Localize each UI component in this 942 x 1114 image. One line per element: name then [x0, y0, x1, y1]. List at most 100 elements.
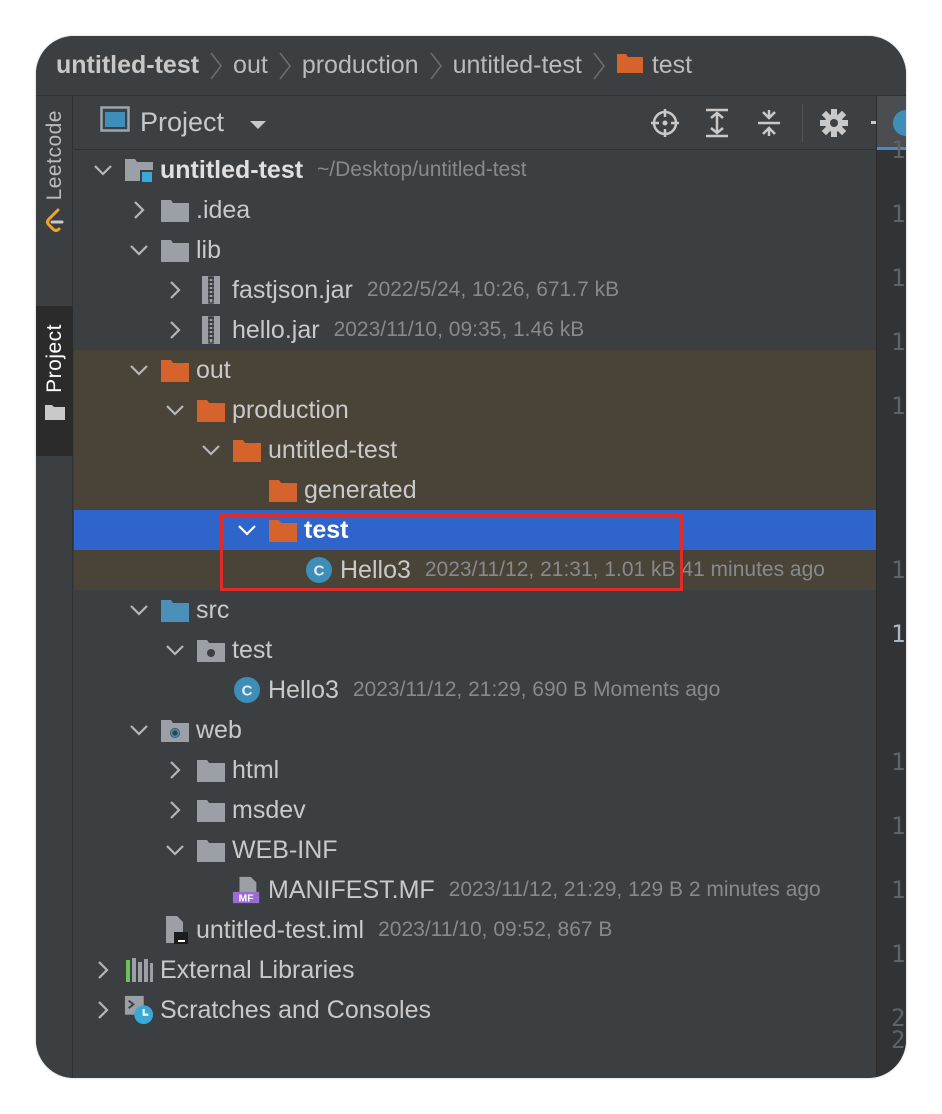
tree-item-label: Scratches and Consoles: [160, 995, 431, 1024]
tree-row[interactable]: untitled-test: [74, 430, 876, 470]
tree-row[interactable]: untitled-test ~/Desktop/untitled-test: [74, 150, 876, 190]
leetcode-icon: [44, 208, 66, 239]
chevron-right-icon[interactable]: [160, 795, 190, 825]
tree-row[interactable]: lib: [74, 230, 876, 270]
breadcrumb-label: production: [301, 51, 419, 79]
chevron-down-icon[interactable]: [124, 595, 154, 625]
breadcrumb-item[interactable]: untitled-test: [56, 51, 199, 80]
chevron-down-icon[interactable]: [160, 635, 190, 665]
folder-icon: [196, 795, 226, 825]
tree-row[interactable]: production: [74, 390, 876, 430]
module-file-icon: [160, 915, 190, 945]
tree-row[interactable]: fastjson.jar 2022/5/24, 10:26, 671.7 kB: [74, 270, 876, 310]
scratches-icon: [124, 995, 154, 1025]
tree-row[interactable]: .idea: [74, 190, 876, 230]
tree-row[interactable]: MF MANIFEST.MF 2023/11/12, 21:29, 129 B 2 …: [74, 870, 876, 910]
locate-icon[interactable]: [648, 106, 682, 140]
tree-row[interactable]: web: [74, 710, 876, 750]
chevron-right-icon[interactable]: [88, 995, 118, 1025]
gear-icon[interactable]: [817, 106, 851, 140]
line-number: 1: [891, 812, 906, 840]
tree-item-meta: 2022/5/24, 10:26, 671.7 kB: [366, 278, 620, 301]
tree-row[interactable]: External Libraries: [74, 950, 876, 990]
chevron-down-icon[interactable]: [88, 155, 118, 185]
module-folder-icon: [124, 155, 154, 185]
excluded-folder-icon: [268, 515, 298, 545]
breadcrumb-item[interactable]: production: [302, 51, 419, 80]
tree-item-meta: 2023/11/12, 21:29, 129 B 2 minutes ago: [448, 878, 821, 901]
tree-row[interactable]: out: [74, 350, 876, 390]
tree-row[interactable]: Scratches and Consoles: [74, 990, 876, 1030]
tree-row[interactable]: msdev: [74, 790, 876, 830]
tree-row[interactable]: generated: [74, 470, 876, 510]
collapse-all-icon[interactable]: [752, 106, 786, 140]
editor-area: 1111111111122: [876, 96, 906, 1078]
tree-item-label: WEB-INF: [232, 835, 338, 864]
external-libraries-icon: [124, 955, 154, 985]
breadcrumb-item[interactable]: untitled-test: [453, 51, 582, 80]
chevron-down-icon[interactable]: [124, 715, 154, 745]
tree-row[interactable]: C Hello3 2023/11/12, 21:31, 1.01 kB 41 min…: [74, 550, 876, 590]
chevron-right-icon[interactable]: [88, 955, 118, 985]
chevron-right-icon[interactable]: [160, 315, 190, 345]
folder-icon: [196, 835, 226, 865]
chevron-down-icon[interactable]: [124, 355, 154, 385]
toolbar-divider: [802, 104, 803, 142]
chevron-right-icon[interactable]: [124, 195, 154, 225]
tree-row[interactable]: html: [74, 750, 876, 790]
tree-item-label: External Libraries: [160, 955, 355, 984]
strip-tab-leetcode[interactable]: Leetcode: [36, 110, 73, 300]
java-class-icon: C: [232, 675, 262, 705]
line-number: 1: [891, 392, 906, 420]
strip-tab-label: Leetcode: [42, 110, 66, 201]
chevron-down-icon[interactable]: [160, 835, 190, 865]
tree-item-meta: 2023/11/10, 09:52, 867 B: [378, 918, 613, 941]
breadcrumb-separator-icon: [208, 51, 224, 81]
web-folder-icon: [160, 715, 190, 745]
tree-row[interactable]: untitled-test.iml 2023/11/10, 09:52, 867 …: [74, 910, 876, 950]
tree-row[interactable]: hello.jar 2023/11/10, 09:35, 1.46 kB: [74, 310, 876, 350]
tree-item-label: msdev: [232, 795, 306, 824]
tree-row[interactable]: test: [74, 630, 876, 670]
tree-item-meta: 2023/11/12, 21:31, 1.01 kB 41 minutes ag…: [424, 558, 825, 581]
tree-item-label: Hello3: [268, 675, 339, 704]
chevron-right-icon[interactable]: [160, 755, 190, 785]
chevron-down-icon[interactable]: [232, 515, 262, 545]
jar-archive-icon: [196, 275, 226, 305]
tree-item-label: fastjson.jar: [232, 275, 353, 304]
breadcrumb: untitled-test out production untitled-test t…: [36, 36, 906, 96]
breadcrumb-item[interactable]: out: [233, 51, 268, 80]
tree-row[interactable]: test: [74, 510, 876, 550]
line-number: 1: [891, 620, 906, 648]
folder-icon: [44, 403, 66, 426]
chevron-down-icon[interactable]: [160, 395, 190, 425]
tree-item-label: src: [196, 595, 230, 624]
chevron-down-icon[interactable]: [124, 235, 154, 265]
tree-item-label: out: [196, 355, 231, 384]
breadcrumb-item[interactable]: test: [616, 51, 692, 80]
source-folder-icon: [160, 595, 190, 625]
breadcrumb-separator-icon: [591, 51, 607, 81]
jar-archive-icon: [196, 315, 226, 345]
tree-row[interactable]: C Hello3 2023/11/12, 21:29, 690 B Moments …: [74, 670, 876, 710]
tree-row[interactable]: WEB-INF: [74, 830, 876, 870]
tree-item-meta: 2023/11/12, 21:29, 690 B Moments ago: [352, 678, 721, 701]
expand-all-icon[interactable]: [700, 106, 734, 140]
line-number: 1: [891, 556, 906, 584]
chevron-down-icon[interactable]: [196, 435, 226, 465]
line-number: 1: [891, 328, 906, 356]
tree-item-label: hello.jar: [232, 315, 320, 344]
line-number: 1: [891, 940, 906, 968]
project-view-icon: [100, 106, 130, 139]
tree-item-label: test: [232, 635, 273, 664]
tree-row[interactable]: src: [74, 590, 876, 630]
project-view-selector[interactable]: Project: [100, 106, 268, 139]
excluded-folder-icon: [232, 435, 262, 465]
strip-tab-project[interactable]: Project: [36, 306, 73, 456]
line-number: 1: [891, 876, 906, 904]
chevron-right-icon[interactable]: [160, 275, 190, 305]
